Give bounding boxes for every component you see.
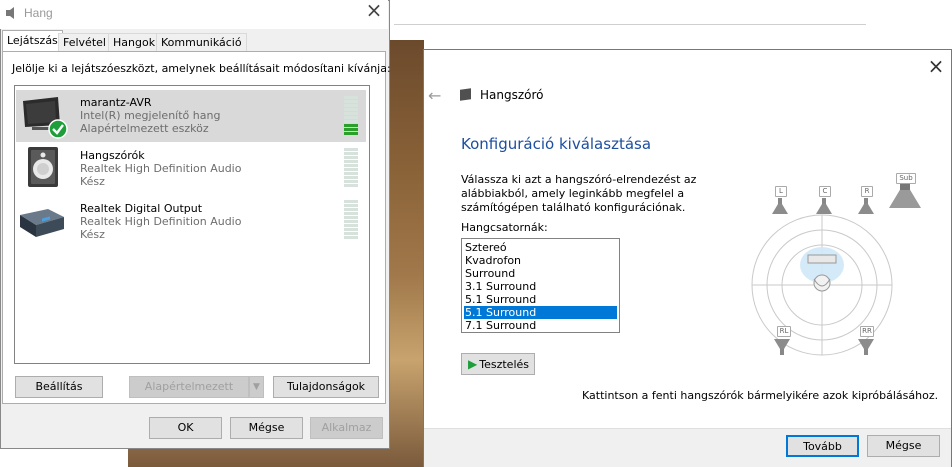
device-driver: Intel(R) megjelenítő hang [80, 109, 221, 122]
speaker-label-rear-right: RR [860, 326, 874, 337]
channel-option[interactable]: Surround [464, 267, 617, 280]
digital-output-icon [20, 209, 64, 237]
speaker-label-sub: Sub [896, 173, 916, 184]
device-name: Realtek Digital Output [80, 202, 203, 215]
test-button-label: Tesztelés [479, 358, 529, 371]
speaker-left-icon[interactable] [768, 198, 792, 216]
channel-option[interactable]: 5.1 Surround [464, 293, 617, 306]
volume-meter [344, 96, 358, 136]
speaker-label-right: R [861, 186, 873, 197]
channel-option[interactable]: Kvadrofon [464, 254, 617, 267]
speaker-label-left: L [775, 186, 787, 197]
close-icon[interactable]: × [924, 54, 948, 78]
speaker-right-icon[interactable] [854, 198, 878, 216]
close-icon[interactable]: × [360, 0, 388, 26]
instruction-text: Jelölje ki a lejátszóeszközt, amelynek b… [12, 62, 391, 75]
apply-button[interactable]: Alkalmaz [310, 417, 383, 439]
subwoofer-icon[interactable] [887, 184, 923, 210]
channel-option-selected[interactable]: 5.1 Surround [464, 306, 617, 319]
next-button[interactable]: Tovább [786, 435, 859, 457]
ok-button[interactable]: OK [149, 417, 222, 439]
device-status: Kész [80, 228, 105, 241]
tv-monitor-icon [23, 97, 68, 139]
tab-sounds[interactable]: Hangok [108, 33, 161, 51]
configure-button[interactable]: Beállítás [15, 376, 103, 398]
page-title: Konfiguráció kiválasztása [461, 135, 652, 153]
channel-option[interactable]: 3.1 Surround [464, 280, 617, 293]
wizard-title: Hangszóró [480, 88, 544, 102]
device-status: Kész [80, 175, 105, 188]
device-driver: Realtek High Definition Audio [80, 215, 242, 228]
speaker-title-icon [6, 7, 14, 19]
set-default-button[interactable]: Alapértelmezett [129, 376, 249, 398]
footer-hint: Kattintson a fenti hangszórók bármelyiké… [582, 389, 939, 402]
tab-playback[interactable]: Lejátszás [2, 30, 63, 52]
channel-option[interactable]: Sztereó [464, 241, 617, 254]
tab-recording[interactable]: Felvétel [58, 33, 111, 51]
channels-label: Hangcsatornák: [461, 221, 548, 234]
speaker-center-icon[interactable] [812, 198, 836, 216]
device-driver: Realtek High Definition Audio [80, 162, 242, 175]
sound-titlebar [0, 0, 388, 29]
cancel-button[interactable]: Mégse [230, 417, 303, 439]
device-name: marantz-AVR [80, 96, 152, 109]
speaker-rear-right-icon[interactable] [854, 337, 878, 357]
speaker-icon [28, 147, 58, 187]
test-button[interactable]: ▶ Tesztelés [461, 353, 535, 375]
volume-meter [344, 200, 358, 240]
speaker-wizard-icon [460, 88, 471, 101]
description-text: Válassza ki azt a hangszóró-elrendezést … [461, 173, 697, 214]
channel-option[interactable]: 7.1 Surround [464, 319, 617, 332]
sound-dialog-title: Hang [24, 6, 53, 20]
speaker-label-rear-left: RL [777, 326, 791, 337]
speaker-rear-left-icon[interactable] [770, 337, 794, 357]
tab-communication[interactable]: Kommunikáció [156, 33, 247, 51]
volume-meter [344, 148, 358, 188]
chevron-down-icon[interactable]: ▼ [249, 376, 264, 398]
back-arrow-icon[interactable]: ← [428, 86, 441, 105]
cancel-button[interactable]: Mégse [867, 435, 940, 457]
device-status: Alapértelmezett eszköz [80, 122, 209, 135]
speaker-label-center: C [819, 186, 831, 197]
properties-button[interactable]: Tulajdonságok [273, 376, 379, 398]
play-icon: ▶ [468, 357, 478, 371]
background-divider [394, 24, 866, 25]
device-name: Hangszórók [80, 149, 145, 162]
